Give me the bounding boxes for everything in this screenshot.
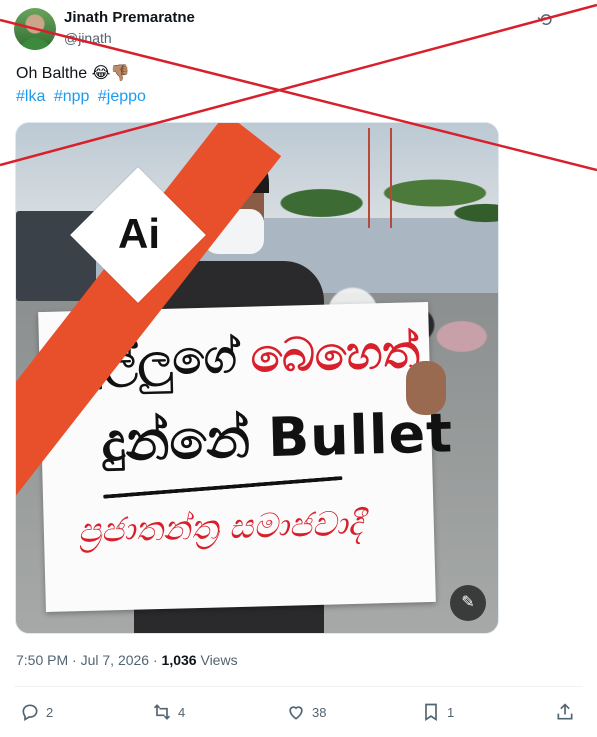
placard-line-2-sinhala: දුන්නේ — [100, 406, 251, 474]
ai-badge-label: Ai — [118, 210, 160, 257]
meta-separator: · — [68, 652, 81, 668]
placard-underline — [103, 475, 343, 499]
reply-icon — [22, 704, 38, 721]
bookmark-icon — [425, 703, 437, 722]
like-count: 38 — [312, 704, 327, 720]
retweet-count: 4 — [178, 704, 186, 720]
photo-tower — [368, 128, 392, 228]
avatar-shirt — [20, 38, 50, 50]
reply-count: 2 — [46, 704, 54, 720]
bookmark-button[interactable]: 1 — [421, 698, 454, 726]
hashtag-lka[interactable]: #lka — [16, 88, 45, 105]
tweet-meta: 7:50 PM · Jul 7, 2026 · 1,036 Views — [16, 652, 238, 668]
placard-line-1-red: බෙහෙත් — [249, 324, 421, 383]
tweet-media-image[interactable]: බුල්ලුගේ බෙහෙත් දුන්නේ Bullet ප්‍රජාතන්ත්‍… — [15, 122, 499, 634]
placard-line-2: දුන්නේ Bullet — [101, 401, 454, 474]
author-handle[interactable]: @jinath — [64, 30, 112, 46]
hashtags: #lka #npp #jeppo — [16, 88, 150, 106]
protester-hand — [406, 361, 446, 415]
grok-icon[interactable]: ⟲ — [537, 10, 552, 31]
image-edit-icon[interactable]: ✎ — [450, 585, 486, 621]
divider — [14, 686, 583, 687]
views-label: Views — [196, 652, 238, 668]
hashtag-npp[interactable]: #npp — [54, 88, 90, 105]
hashtag-jeppo[interactable]: #jeppo — [98, 88, 146, 105]
action-bar: 2 4 38 1 — [16, 698, 581, 726]
like-button[interactable]: 38 — [286, 698, 326, 726]
avatar[interactable] — [14, 8, 56, 50]
share-icon — [557, 703, 573, 720]
retweet-button[interactable]: 4 — [152, 698, 185, 726]
bookmark-count: 1 — [447, 704, 455, 720]
share-button[interactable] — [555, 698, 575, 726]
placard-line-3: ප්‍රජාතන්ත්‍ර සමාජවාදී — [77, 503, 364, 552]
reply-button[interactable]: 2 — [20, 698, 53, 726]
author-name[interactable]: Jinath Premaratne — [64, 9, 195, 26]
retweet-icon — [153, 704, 171, 720]
tweet-date[interactable]: Jul 7, 2026 — [81, 652, 150, 668]
views-count: 1,036 — [161, 652, 197, 668]
meta-separator-2: · — [149, 652, 162, 668]
tweet-text: Oh Balthe 😂👎🏽 — [16, 65, 131, 82]
heart-icon — [289, 706, 303, 720]
tweet-time[interactable]: 7:50 PM — [16, 652, 68, 668]
